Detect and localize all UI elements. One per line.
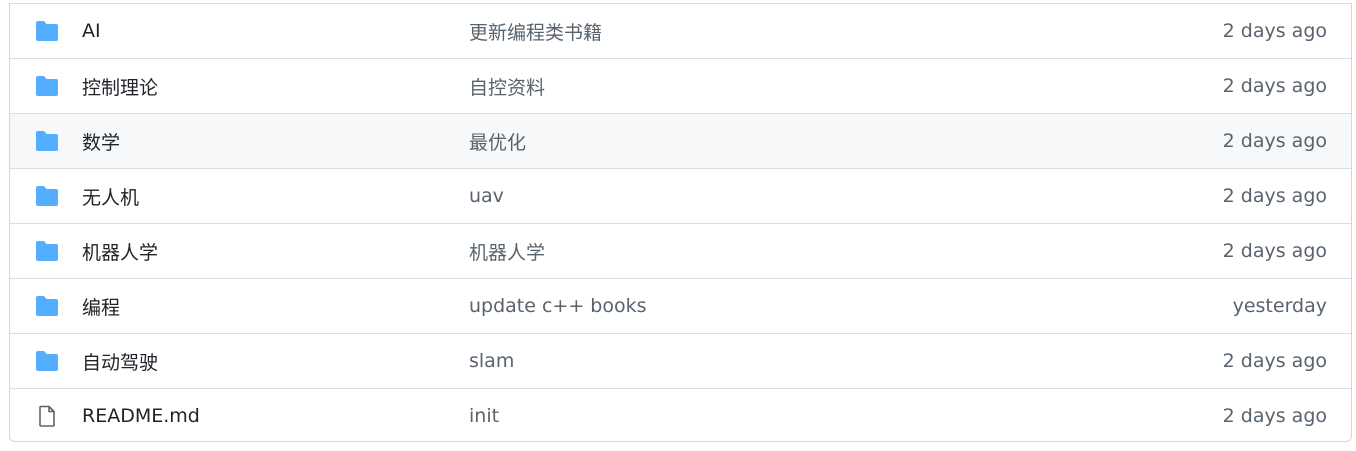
commit-message-link[interactable]: slam xyxy=(469,350,514,372)
commit-message-link[interactable]: init xyxy=(469,405,499,427)
file-icon xyxy=(34,405,60,427)
commit-age: 2 days ago xyxy=(1222,350,1327,372)
file-name-link[interactable]: 机器人学 xyxy=(82,238,158,265)
commit-age: 2 days ago xyxy=(1222,75,1327,97)
folder-icon xyxy=(34,295,60,317)
file-name-link[interactable]: README.md xyxy=(82,405,200,427)
file-name-link[interactable]: AI xyxy=(82,20,101,42)
commit-message-link[interactable]: uav xyxy=(469,185,504,207)
table-row[interactable]: 控制理论 自控资料 2 days ago xyxy=(10,58,1351,113)
file-name-link[interactable]: 自动驾驶 xyxy=(82,348,158,375)
table-row[interactable]: README.md init 2 days ago xyxy=(10,388,1351,441)
commit-message-link[interactable]: 最优化 xyxy=(469,128,526,155)
folder-icon xyxy=(34,20,60,42)
table-row[interactable]: 编程 update c++ books yesterday xyxy=(10,278,1351,333)
commit-age: 2 days ago xyxy=(1222,185,1327,207)
commit-message-link[interactable]: update c++ books xyxy=(469,295,647,317)
table-row[interactable]: 机器人学 机器人学 2 days ago xyxy=(10,223,1351,278)
folder-icon xyxy=(34,75,60,97)
file-name-link[interactable]: 无人机 xyxy=(82,183,139,210)
commit-age: 2 days ago xyxy=(1222,240,1327,262)
commit-message-link[interactable]: 自控资料 xyxy=(469,73,545,100)
folder-icon xyxy=(34,240,60,262)
file-list: AI 更新编程类书籍 2 days ago 控制理论 自控资料 2 days a… xyxy=(9,3,1352,442)
commit-age: 2 days ago xyxy=(1222,130,1327,152)
folder-icon xyxy=(34,185,60,207)
file-name-link[interactable]: 控制理论 xyxy=(82,73,158,100)
table-row[interactable]: 数学 最优化 2 days ago xyxy=(10,113,1351,168)
table-row[interactable]: 无人机 uav 2 days ago xyxy=(10,168,1351,223)
folder-icon xyxy=(34,350,60,372)
folder-icon xyxy=(34,130,60,152)
commit-age: 2 days ago xyxy=(1222,20,1327,42)
commit-message-link[interactable]: 机器人学 xyxy=(469,238,545,265)
commit-age: yesterday xyxy=(1232,295,1327,317)
commit-age: 2 days ago xyxy=(1222,405,1327,427)
commit-message-link[interactable]: 更新编程类书籍 xyxy=(469,18,602,45)
table-row[interactable]: AI 更新编程类书籍 2 days ago xyxy=(10,3,1351,58)
file-name-link[interactable]: 数学 xyxy=(82,128,120,155)
file-name-link[interactable]: 编程 xyxy=(82,293,120,320)
table-row[interactable]: 自动驾驶 slam 2 days ago xyxy=(10,333,1351,388)
